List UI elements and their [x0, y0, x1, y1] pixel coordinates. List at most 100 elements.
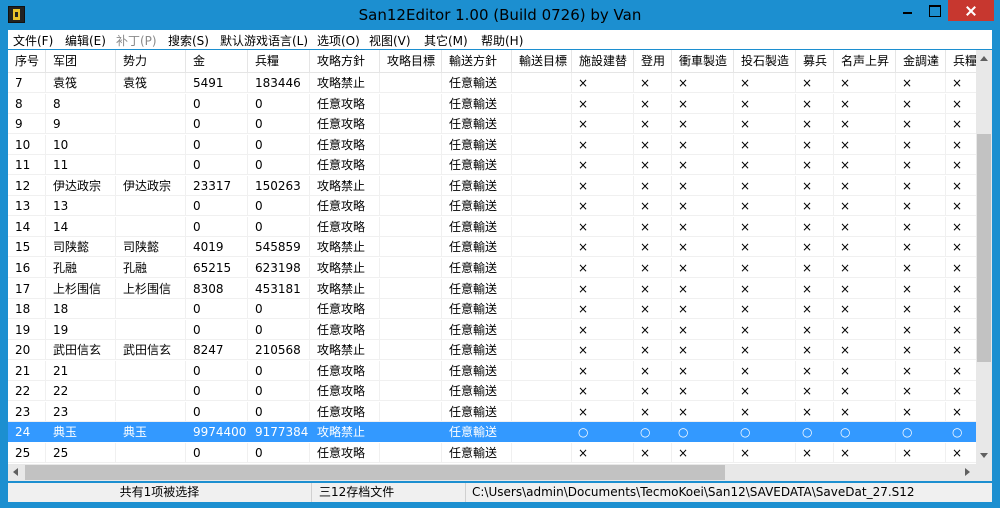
table-cell[interactable]: 任意輸送: [442, 114, 512, 135]
table-cell[interactable]: 任意攻略: [310, 299, 380, 320]
table-cell[interactable]: 18: [46, 299, 116, 320]
table-cell[interactable]: ×: [796, 299, 834, 320]
minimize-button[interactable]: [894, 0, 921, 21]
table-cell[interactable]: 任意輸送: [442, 299, 512, 320]
table-cell[interactable]: ×: [896, 319, 946, 340]
table-cell[interactable]: ×: [796, 278, 834, 299]
table-cell[interactable]: [116, 381, 186, 402]
table-cell[interactable]: ×: [896, 257, 946, 278]
table-cell[interactable]: [512, 175, 572, 196]
table-cell[interactable]: ×: [672, 216, 734, 237]
table-cell[interactable]: ×: [572, 442, 634, 463]
table-cell[interactable]: ×: [896, 299, 946, 320]
table-cell[interactable]: ×: [834, 175, 896, 196]
table-cell[interactable]: ×: [796, 257, 834, 278]
horizontal-scroll-thumb[interactable]: [25, 465, 725, 480]
table-cell[interactable]: 0: [186, 155, 248, 176]
table-cell[interactable]: ○: [796, 422, 834, 443]
table-cell[interactable]: 25: [8, 442, 46, 463]
table-cell[interactable]: [380, 134, 442, 155]
table-cell[interactable]: ×: [672, 93, 734, 114]
table-cell[interactable]: 0: [248, 114, 310, 135]
table-cell[interactable]: ×: [672, 134, 734, 155]
table-cell[interactable]: 17: [8, 278, 46, 299]
table-cell[interactable]: 0: [186, 401, 248, 422]
column-header[interactable]: 序号: [8, 50, 46, 73]
table-cell[interactable]: 14: [46, 216, 116, 237]
table-cell[interactable]: ×: [834, 401, 896, 422]
table-cell[interactable]: ×: [734, 442, 796, 463]
table-row[interactable]: 21 21 0 0 任意攻略 任意輸送 × × × × × × × ×: [8, 360, 976, 381]
table-row[interactable]: 10 10 0 0 任意攻略 任意輸送 × × × × × × × ×: [8, 134, 976, 155]
column-header[interactable]: 攻略目標: [380, 50, 442, 73]
table-cell[interactable]: 12: [8, 175, 46, 196]
table-cell[interactable]: [380, 196, 442, 217]
table-cell[interactable]: [512, 360, 572, 381]
table-cell[interactable]: ×: [946, 176, 976, 196]
table-cell[interactable]: [116, 442, 186, 463]
table-cell[interactable]: 8: [46, 93, 116, 114]
table-cell[interactable]: ×: [572, 196, 634, 217]
table-cell[interactable]: ×: [672, 155, 734, 176]
table-cell[interactable]: [116, 319, 186, 340]
table-cell[interactable]: 任意攻略: [310, 196, 380, 217]
table-cell[interactable]: 任意攻略: [310, 114, 380, 135]
table-cell[interactable]: ×: [634, 175, 672, 196]
table-cell[interactable]: 0: [186, 381, 248, 402]
table-cell[interactable]: ×: [946, 217, 976, 237]
table-cell[interactable]: 任意輸送: [442, 319, 512, 340]
table-cell[interactable]: ×: [734, 155, 796, 176]
table-cell[interactable]: 孔融: [116, 257, 186, 278]
table-cell[interactable]: 任意攻略: [310, 93, 380, 114]
table-cell[interactable]: ×: [672, 175, 734, 196]
table-cell[interactable]: 任意攻略: [310, 216, 380, 237]
table-cell[interactable]: 65215: [186, 257, 248, 278]
table-cell[interactable]: ×: [672, 196, 734, 217]
scroll-right-arrow-icon[interactable]: [959, 464, 976, 481]
table-cell[interactable]: [512, 93, 572, 114]
table-cell[interactable]: [512, 299, 572, 320]
menu-item-8[interactable]: 帮助(H): [481, 32, 523, 49]
table-cell[interactable]: ×: [672, 360, 734, 381]
table-cell[interactable]: ○: [896, 422, 946, 443]
table-cell[interactable]: ×: [572, 134, 634, 155]
table-cell[interactable]: ×: [946, 135, 976, 155]
maximize-button[interactable]: [921, 0, 948, 21]
table-cell[interactable]: [512, 278, 572, 299]
table-cell[interactable]: ×: [734, 134, 796, 155]
table-cell[interactable]: [116, 401, 186, 422]
table-cell[interactable]: ×: [572, 73, 634, 93]
table-cell[interactable]: ×: [796, 442, 834, 463]
table-cell[interactable]: ×: [672, 401, 734, 422]
horizontal-scrollbar[interactable]: [8, 464, 976, 481]
table-cell[interactable]: ×: [896, 381, 946, 402]
table-cell[interactable]: ×: [672, 381, 734, 402]
menu-item-1[interactable]: 编辑(E): [65, 32, 106, 49]
table-cell[interactable]: ×: [734, 114, 796, 135]
table-cell[interactable]: ×: [634, 196, 672, 217]
table-cell[interactable]: [512, 73, 572, 93]
table-cell[interactable]: 24: [8, 422, 46, 443]
table-cell[interactable]: 11: [8, 155, 46, 176]
column-header[interactable]: 军团: [46, 50, 116, 73]
table-cell[interactable]: ○: [734, 422, 796, 443]
table-cell[interactable]: [380, 381, 442, 402]
table-cell[interactable]: 0: [186, 299, 248, 320]
table-cell[interactable]: ×: [946, 237, 976, 258]
table-cell[interactable]: 16: [8, 257, 46, 278]
table-cell[interactable]: [380, 299, 442, 320]
table-row[interactable]: 25 25 0 0 任意攻略 任意輸送 × × × × × × × ×: [8, 442, 976, 463]
table-cell[interactable]: ×: [734, 319, 796, 340]
table-cell[interactable]: 上杉围信: [46, 278, 116, 299]
table-cell[interactable]: 攻略禁止: [310, 257, 380, 278]
table-cell[interactable]: [380, 175, 442, 196]
table-cell[interactable]: [380, 319, 442, 340]
table-cell[interactable]: [380, 340, 442, 361]
scroll-down-arrow-icon[interactable]: [976, 447, 992, 464]
table-cell[interactable]: ×: [672, 319, 734, 340]
table-cell[interactable]: ×: [834, 340, 896, 361]
table-cell[interactable]: ○: [634, 422, 672, 443]
table-cell[interactable]: ×: [946, 94, 976, 114]
table-cell[interactable]: [512, 319, 572, 340]
table-cell[interactable]: ×: [796, 216, 834, 237]
